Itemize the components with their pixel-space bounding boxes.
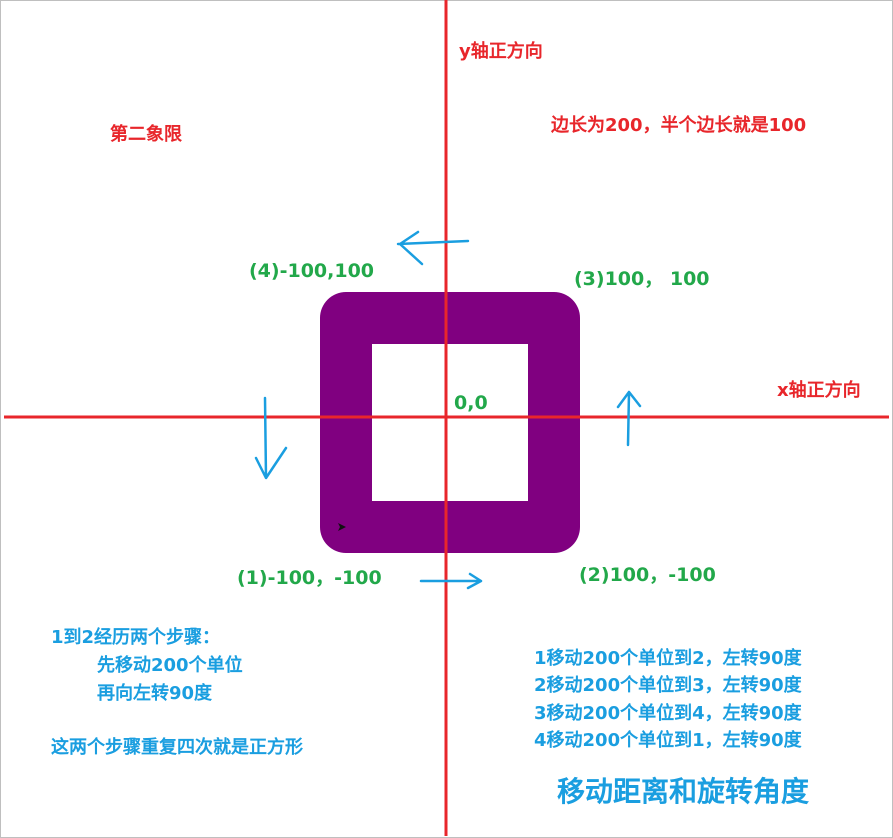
left-note-line-2: 先移动200个单位: [97, 655, 243, 676]
corner-label-4: (4)-100,100: [249, 260, 375, 282]
arrow-down-icon: [254, 396, 288, 480]
right-note-line-4: 4移动200个单位到1，左转90度: [534, 730, 802, 751]
right-note-line-1: 1移动200个单位到2，左转90度: [534, 648, 802, 669]
side-length-note: 边长为200，半个边长就是100: [551, 115, 807, 136]
left-note-line-4: 这两个步骤重复四次就是正方形: [51, 737, 303, 758]
arrow-right-icon: [419, 572, 483, 590]
right-note-line-2: 2移动200个单位到3，左转90度: [534, 675, 802, 696]
quadrant-label: 第二象限: [110, 124, 182, 145]
corner-label-1: (1)-100，-100: [237, 567, 382, 589]
left-note-line-3: 再向左转90度: [97, 683, 213, 704]
arrow-left-icon: [396, 230, 470, 266]
corner-label-3: (3)100， 100: [574, 268, 710, 290]
square-path: [320, 292, 580, 553]
footer-title: 移动距离和旋转角度: [557, 775, 810, 808]
y-axis-label: y轴正方向: [459, 41, 543, 62]
corner-label-2: (2)100，-100: [579, 564, 716, 586]
origin-label: 0,0: [454, 392, 488, 414]
x-axis-label: x轴正方向: [777, 380, 861, 401]
left-note-line-1: 1到2经历两个步骤：: [51, 627, 221, 648]
right-note-line-3: 3移动200个单位到4，左转90度: [534, 703, 802, 724]
